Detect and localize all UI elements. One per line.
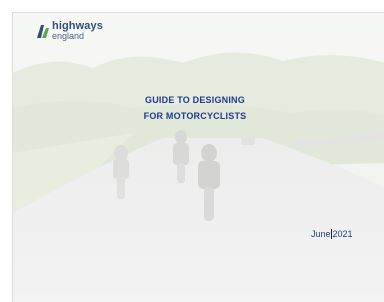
highways-england-logo: highways england [34,20,106,44]
cover-photo-motorcyclists [13,13,384,302]
document-date-month: June [311,229,331,239]
document-viewer: highways england GUIDE TO DESIGNING FOR … [0,0,384,302]
document-title-line-1: GUIDE TO DESIGNING [145,95,245,105]
document-title-line-2: FOR MOTORCYCLISTS [143,111,247,121]
document-cover-page: highways england GUIDE TO DESIGNING FOR … [12,12,384,302]
document-date-year: 2021 [332,229,353,239]
logo-wordmark-england: england [52,31,85,41]
highways-england-logo-icon [37,25,49,38]
document-date[interactable]: June 2021 [311,229,353,239]
